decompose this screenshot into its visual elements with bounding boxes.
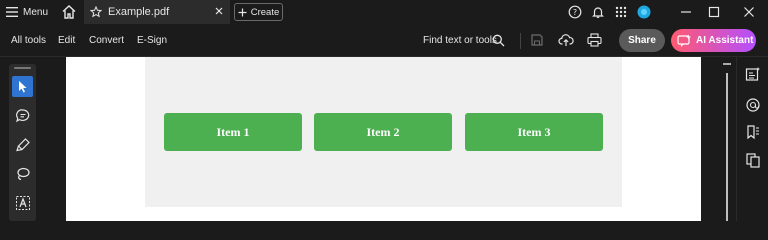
maximize-icon[interactable]: [706, 4, 722, 20]
item-1-button[interactable]: Item 1: [164, 113, 302, 151]
scroll-up-arrow[interactable]: [723, 63, 731, 65]
menu-bar: All tools Edit Convert E-Sign Find text …: [0, 24, 768, 57]
print-icon[interactable]: [587, 33, 602, 47]
plus-icon: [238, 8, 247, 17]
lasso-tool-icon[interactable]: [12, 163, 33, 184]
menu-button[interactable]: Menu: [6, 3, 48, 21]
bookmarks-icon[interactable]: [745, 124, 761, 140]
menu-edit[interactable]: Edit: [58, 35, 75, 46]
cloud-upload-icon[interactable]: [558, 32, 574, 48]
comments-panel-icon[interactable]: [745, 97, 761, 113]
menu-label: Menu: [23, 6, 49, 18]
ai-assistant-button[interactable]: AI Assistant: [671, 29, 756, 52]
ai-assistant-label: AI Assistant: [696, 35, 754, 46]
document-viewport: Item 1 Item 2 Item 3: [66, 57, 701, 221]
menu-e-sign[interactable]: E-Sign: [137, 35, 167, 46]
hamburger-icon: [6, 7, 18, 17]
edit-pdf-icon[interactable]: [745, 66, 761, 82]
minimize-icon[interactable]: [678, 4, 694, 20]
text-select-tool-icon[interactable]: [12, 192, 33, 213]
scroll-thumb[interactable]: [726, 73, 728, 221]
vertical-scrollbar[interactable]: [718, 57, 736, 221]
create-label: Create: [250, 6, 280, 18]
bell-icon[interactable]: [590, 4, 606, 20]
title-bar: Menu Example.pdf Create ?: [0, 0, 768, 24]
item-3-button[interactable]: Item 3: [465, 113, 603, 151]
tab-title: Example.pdf: [108, 6, 170, 18]
create-button[interactable]: Create: [234, 3, 283, 21]
document-tab[interactable]: Example.pdf: [84, 0, 230, 24]
pdf-page: Item 1 Item 2 Item 3: [145, 57, 622, 207]
left-tool-rail: [0, 57, 42, 221]
close-window-icon[interactable]: [741, 4, 757, 20]
star-icon[interactable]: [90, 6, 102, 18]
search-icon[interactable]: [492, 34, 505, 47]
apps-grid-icon[interactable]: [613, 4, 629, 20]
close-tab-icon[interactable]: [214, 6, 224, 16]
ai-assistant-icon: [677, 34, 691, 48]
avatar[interactable]: [636, 4, 652, 20]
comment-tool-icon[interactable]: [12, 105, 33, 126]
share-button[interactable]: Share: [619, 29, 665, 52]
drag-handle[interactable]: [14, 67, 31, 69]
item-2-button[interactable]: Item 2: [314, 113, 452, 151]
right-tool-rail: [736, 57, 768, 221]
help-icon[interactable]: ?: [567, 4, 583, 20]
pages-thumbnails-icon[interactable]: [745, 152, 761, 168]
menu-all-tools[interactable]: All tools: [11, 35, 46, 46]
divider: [520, 33, 521, 49]
save-icon[interactable]: [530, 33, 544, 47]
tool-panel: [9, 64, 36, 221]
find-text-label[interactable]: Find text or tools: [423, 35, 497, 46]
select-tool-icon[interactable]: [12, 76, 33, 97]
home-icon[interactable]: [60, 3, 78, 21]
highlighter-tool-icon[interactable]: [12, 134, 33, 155]
svg-text:?: ?: [573, 8, 577, 17]
menu-convert[interactable]: Convert: [89, 35, 124, 46]
